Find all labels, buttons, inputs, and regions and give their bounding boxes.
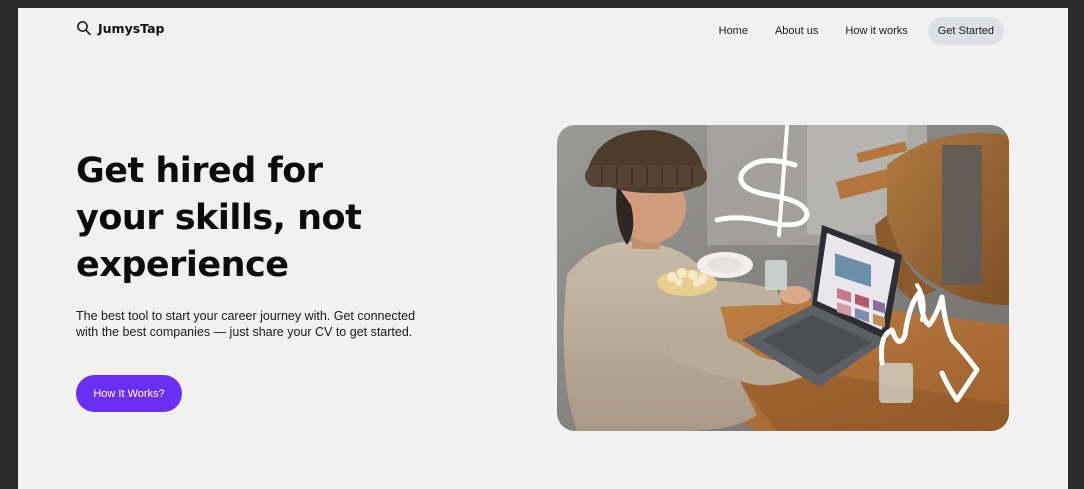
nav-home-link[interactable]: Home — [709, 19, 758, 43]
hero-image — [557, 125, 1009, 431]
how-it-works-button[interactable]: How It Works? — [76, 375, 182, 412]
hero-subtitle: The best tool to start your career journ… — [76, 309, 416, 339]
landing-page: JumysTap Home About us How it works Get … — [18, 8, 1068, 489]
hero-photo-illustration — [557, 125, 1009, 431]
get-started-button[interactable]: Get Started — [927, 17, 1004, 45]
nav-about-link[interactable]: About us — [765, 19, 828, 43]
brand-name: JumysTap — [98, 20, 165, 36]
nav-how-it-works-link[interactable]: How it works — [835, 19, 917, 43]
brand-logo[interactable]: JumysTap — [76, 20, 164, 36]
hero-title: Get hired for your skills, not experienc… — [76, 151, 362, 285]
top-navigation: Home About us How it works Get Started — [709, 17, 1004, 45]
magnifier-logo-icon — [77, 21, 91, 36]
